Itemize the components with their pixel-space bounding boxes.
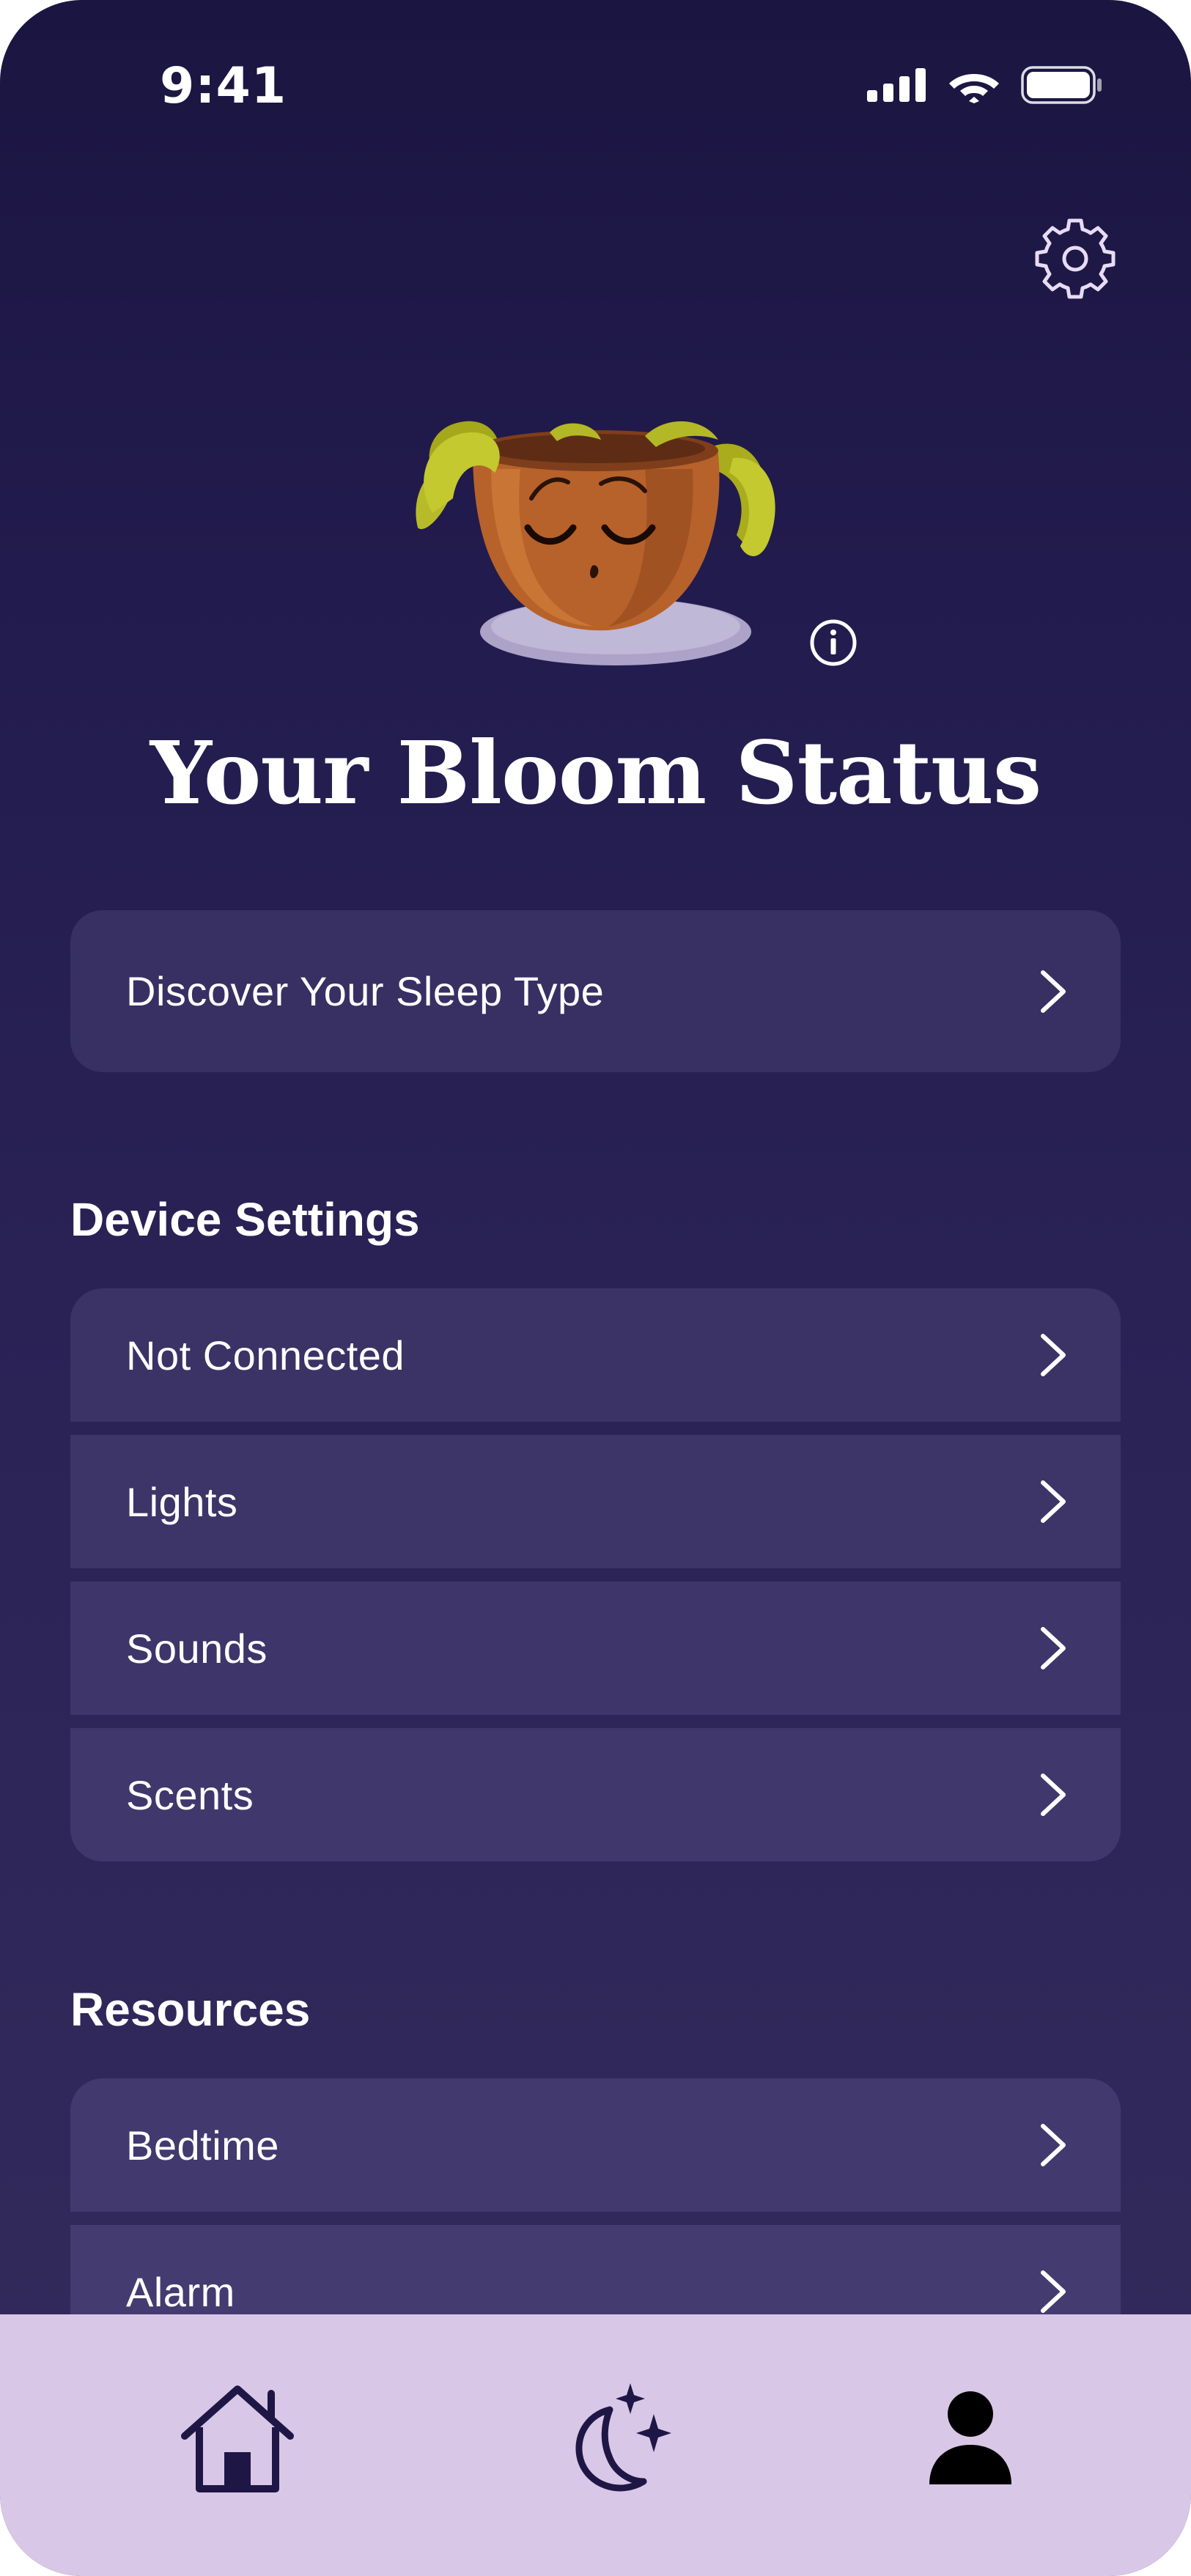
page-title: Your Bloom Status	[150, 722, 1042, 824]
device-settings-item-label: Sounds	[126, 1625, 268, 1672]
resources-item-bedtime[interactable]: Bedtime	[70, 2078, 1121, 2212]
device-settings-item-label: Scents	[126, 1771, 254, 1818]
bottom-nav-bar	[0, 2314, 1191, 2576]
chevron-right-icon	[1041, 970, 1066, 1013]
home-icon[interactable]	[174, 2382, 300, 2496]
moon-stars-icon[interactable]	[564, 2379, 674, 2496]
device-settings-item-label: Not Connected	[126, 1332, 405, 1379]
wifi-icon	[949, 74, 999, 103]
chevron-right-icon	[1041, 1627, 1066, 1669]
resources-item-label: Alarm	[126, 2268, 235, 2315]
chevron-right-icon	[1041, 1774, 1066, 1816]
sleeping-plant-pot-mascot	[416, 421, 775, 665]
resources-heading: Resources	[70, 1983, 311, 2036]
chevron-right-icon	[1041, 1480, 1066, 1523]
info-icon[interactable]	[808, 618, 858, 668]
battery-icon	[1021, 66, 1102, 104]
device-settings-item-scents[interactable]: Scents	[70, 1728, 1121, 1861]
device-settings-item-label: Lights	[126, 1478, 238, 1525]
resources-item-label: Bedtime	[126, 2122, 279, 2169]
phone-screen: 9:41 Your Bloom Status Discover Your Sle…	[0, 0, 1191, 2576]
gear-icon[interactable]	[1035, 218, 1116, 299]
discover-sleep-type-label: Discover Your Sleep Type	[126, 968, 605, 1014]
chevron-right-icon	[1041, 2270, 1066, 2313]
device-settings-item-lights[interactable]: Lights	[70, 1435, 1121, 1568]
status-icons	[867, 66, 1103, 104]
discover-sleep-type-button[interactable]: Discover Your Sleep Type	[70, 910, 1121, 1072]
device-settings-item-sounds[interactable]: Sounds	[70, 1582, 1121, 1715]
chevron-right-icon	[1041, 1334, 1066, 1376]
device-settings-item-not-connected[interactable]: Not Connected	[70, 1288, 1121, 1422]
cellular-signal-icon	[867, 68, 926, 102]
status-time: 9:41	[160, 57, 287, 115]
profile-icon[interactable]	[925, 2388, 1016, 2487]
chevron-right-icon	[1041, 2124, 1066, 2166]
device-settings-heading: Device Settings	[70, 1193, 420, 1246]
